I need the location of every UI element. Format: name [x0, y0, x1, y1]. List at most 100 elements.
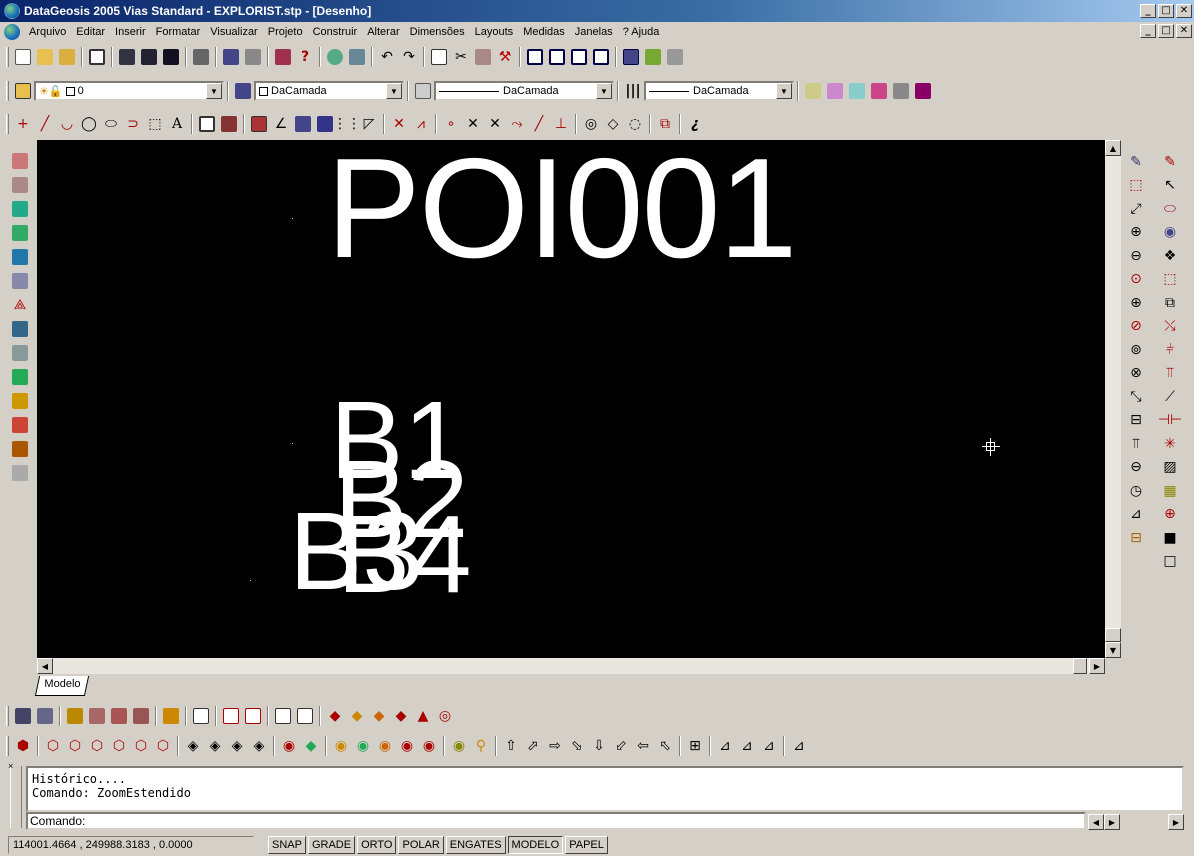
profile-icon[interactable]	[8, 270, 32, 292]
arrow-up-right-icon[interactable]: ⬀	[522, 735, 544, 757]
pan-left-icon[interactable]: ⊟	[1124, 409, 1148, 433]
snap-nearest-icon[interactable]: ◌	[624, 113, 646, 135]
road-tool-8-icon[interactable]: ◈	[182, 735, 204, 757]
cut-icon[interactable]: ✂	[450, 46, 472, 68]
print-preview-icon[interactable]	[220, 46, 242, 68]
contour-icon[interactable]	[8, 150, 32, 172]
menu-ajuda[interactable]: ? Ajuda	[618, 23, 665, 41]
zoom-out-icon[interactable]: ⊖	[1124, 244, 1148, 268]
settings-icon[interactable]	[346, 46, 368, 68]
layer-combo[interactable]: ☀ 🔓 0 ▼	[34, 81, 224, 101]
survey-tool-17-icon[interactable]: ▲	[412, 705, 434, 727]
properties-box-icon[interactable]: □	[1158, 550, 1182, 574]
open-recent-icon[interactable]	[56, 46, 78, 68]
extend-icon[interactable]: ✳	[1158, 432, 1182, 456]
lineweight-combo[interactable]: DaCamada ▼	[644, 81, 794, 101]
road-tool-9-icon[interactable]: ◈	[204, 735, 226, 757]
grid-toggle[interactable]: GRADE	[307, 836, 356, 854]
move-icon[interactable]: ⤯	[1158, 315, 1182, 339]
road-tool-4-icon[interactable]: ⬡	[86, 735, 108, 757]
layer-tool-1-icon[interactable]	[802, 80, 824, 102]
terrain-2-icon[interactable]	[8, 222, 32, 244]
model-toggle[interactable]: MODELO	[507, 836, 564, 854]
snap-quadrant-icon[interactable]: ◇	[602, 113, 624, 135]
road-tool-6-icon[interactable]: ⬡	[130, 735, 152, 757]
rectangle-icon[interactable]: ⬚	[144, 113, 166, 135]
named-view-icon[interactable]: ⊿	[1124, 503, 1148, 527]
h-scroll-thumb[interactable]	[1073, 658, 1087, 674]
contour-label-icon[interactable]	[8, 174, 32, 196]
vertical-scrollbar[interactable]: ▲ ▼	[1105, 140, 1121, 658]
linetype-icon[interactable]	[412, 80, 434, 102]
scroll-right-icon[interactable]: ▶	[1168, 814, 1184, 830]
toolbar-grip[interactable]	[6, 47, 9, 67]
close-icon[interactable]: ×	[8, 762, 13, 771]
toolbar-grip[interactable]	[6, 114, 9, 134]
linetype-combo[interactable]: DaCamada ▼	[434, 81, 614, 101]
redo-icon[interactable]: ↷	[398, 46, 420, 68]
chart-icon[interactable]	[642, 46, 664, 68]
arrow-down-right-icon[interactable]: ⬂	[566, 735, 588, 757]
arc-icon[interactable]: ◡	[56, 113, 78, 135]
copy-icon[interactable]	[428, 46, 450, 68]
surface-edit-icon[interactable]	[8, 318, 32, 340]
open-icon[interactable]	[34, 46, 56, 68]
modify-tool-1-icon[interactable]: ✎	[1158, 150, 1182, 174]
new-icon[interactable]	[12, 46, 34, 68]
edit-tool-1-icon[interactable]: ✎	[1124, 150, 1148, 174]
triangulation-icon[interactable]: ⟁	[8, 294, 32, 316]
snap-perpendicular-icon[interactable]: ⊥	[550, 113, 572, 135]
dimension-icon[interactable]: ∠	[270, 113, 292, 135]
doc-maximize-button[interactable]: □	[1158, 24, 1174, 38]
array-icon[interactable]: ⧉	[1158, 291, 1182, 315]
tab-modelo[interactable]: Modelo	[34, 676, 90, 696]
road-tool-25-icon[interactable]: ⊿	[788, 735, 810, 757]
toolbar-grip[interactable]	[6, 81, 9, 101]
osnap-toggle[interactable]: ENGATES	[445, 836, 506, 854]
block-insert-icon[interactable]	[196, 113, 218, 135]
save-icon[interactable]	[160, 46, 182, 68]
border-icon[interactable]	[8, 438, 32, 460]
road-tool-23-icon[interactable]: ⊿	[736, 735, 758, 757]
toolbar-grip[interactable]	[6, 706, 9, 726]
block-icon[interactable]	[524, 46, 546, 68]
scroll-left-icon[interactable]: ◀	[1088, 814, 1104, 830]
road-tool-1-icon[interactable]: ⬢	[12, 735, 34, 757]
snap-tangent-icon[interactable]: ◎	[580, 113, 602, 135]
snap-extension-icon[interactable]: ╱	[528, 113, 550, 135]
survey-tool-3-icon[interactable]	[64, 705, 86, 727]
stretch-icon[interactable]: ⟋	[1158, 385, 1182, 409]
road-tool-10-icon[interactable]: ◈	[226, 735, 248, 757]
save-as-icon[interactable]	[138, 46, 160, 68]
road-tool-18-icon[interactable]: ◉	[418, 735, 440, 757]
book-icon[interactable]	[272, 46, 294, 68]
mesh-icon[interactable]	[8, 462, 32, 484]
road-tool-2-icon[interactable]: ⬡	[42, 735, 64, 757]
scroll-right-icon[interactable]: ▶	[1089, 658, 1105, 674]
road-tool-19-icon[interactable]: ◉	[448, 735, 470, 757]
print-icon[interactable]	[242, 46, 264, 68]
chamfer-icon[interactable]: ▦	[1158, 479, 1182, 503]
layer-tool-4-icon[interactable]	[868, 80, 890, 102]
scroll-up-icon[interactable]: ▲	[1105, 140, 1121, 156]
terrain-4-icon[interactable]	[8, 366, 32, 388]
pattern-icon[interactable]: ⋮⋮	[333, 113, 361, 135]
chevron-down-icon[interactable]: ▼	[206, 83, 222, 99]
view-table-icon[interactable]: ⊟	[1124, 526, 1148, 550]
survey-tool-14-icon[interactable]: ◆	[346, 705, 368, 727]
make-current-icon[interactable]	[232, 80, 254, 102]
menu-editar[interactable]: Editar	[71, 23, 110, 41]
offset-icon[interactable]: ⬚	[1158, 268, 1182, 292]
copy-object-icon[interactable]: ◉	[1158, 221, 1182, 245]
table-icon[interactable]	[620, 46, 642, 68]
slope-icon[interactable]	[8, 390, 32, 412]
paste-icon[interactable]	[472, 46, 494, 68]
road-tool-17-icon[interactable]: ◉	[396, 735, 418, 757]
drawing-canvas[interactable]: POI001 B1 B2 B3 B4	[37, 140, 1105, 658]
survey-tool-7-icon[interactable]	[160, 705, 182, 727]
survey-tool-15-icon[interactable]: ◆	[368, 705, 390, 727]
road-tool-13-icon[interactable]: ◆	[300, 735, 322, 757]
survey-tool-4-icon[interactable]	[86, 705, 108, 727]
zoom-in-icon[interactable]: ⊕	[1124, 221, 1148, 245]
scroll-down-icon[interactable]: ▼	[1105, 642, 1121, 658]
